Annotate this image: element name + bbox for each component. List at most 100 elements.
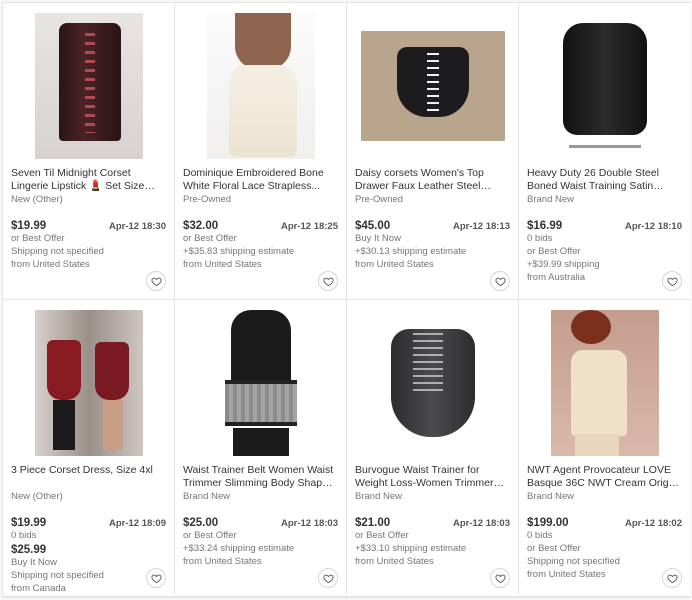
listing-grid: Seven Til Midnight Corset Lingerie Lipst… — [2, 2, 690, 598]
listing-price: $19.99 — [11, 220, 47, 232]
listing-info: from Australia — [527, 272, 586, 283]
listing-image[interactable] — [11, 11, 166, 161]
listing-info: or Best Offer — [183, 233, 237, 244]
listing-image[interactable] — [183, 11, 338, 161]
listing-title[interactable]: Daisy corsets Women's Top Drawer Faux Le… — [355, 167, 510, 193]
listing-info: +$30.13 shipping estimate — [355, 246, 467, 257]
listing-image[interactable] — [527, 11, 682, 161]
listing-info: +$33.24 shipping estimate — [183, 543, 295, 554]
listing-condition: Pre-Owned — [183, 194, 232, 205]
listing-info: Shipping not specified — [527, 556, 620, 567]
watch-button[interactable] — [662, 568, 682, 588]
listing-info: or Best Offer — [527, 543, 581, 554]
product-photo — [34, 13, 143, 159]
product-photo — [550, 310, 659, 456]
listing-price: $19.99 — [11, 517, 47, 529]
listing-time: Apr-12 18:13 — [452, 221, 510, 232]
listing-info: or Best Offer — [527, 246, 581, 257]
listing-info: from United States — [183, 556, 262, 567]
listing-image[interactable] — [183, 308, 338, 458]
listing-card[interactable]: Seven Til Midnight Corset Lingerie Lipst… — [3, 3, 174, 299]
listing-info: Buy It Now — [355, 233, 401, 244]
product-photo — [206, 13, 315, 159]
listing-condition: Brand New — [183, 491, 230, 502]
listing-time: Apr-12 18:03 — [452, 518, 510, 529]
listing-info: Shipping not specified — [11, 570, 104, 581]
listing-info: 0 bids — [527, 233, 553, 244]
watch-button[interactable] — [146, 568, 166, 588]
heart-outline-icon — [150, 277, 162, 286]
listing-time: Apr-12 18:25 — [280, 221, 338, 232]
listing-title[interactable]: NWT Agent Provocateur LOVE Basque 36C NW… — [527, 464, 682, 490]
heart-outline-icon — [322, 277, 334, 286]
listing-image[interactable] — [11, 308, 166, 458]
heart-outline-icon — [494, 277, 506, 286]
product-photo — [206, 310, 315, 456]
listing-condition: Brand New — [355, 491, 402, 502]
listing-info: Shipping not specified — [11, 246, 104, 257]
watch-button[interactable] — [146, 271, 166, 291]
watch-button[interactable] — [490, 271, 510, 291]
listing-info: Buy It Now — [11, 557, 57, 568]
watch-button[interactable] — [318, 568, 338, 588]
listing-image[interactable] — [355, 308, 510, 458]
product-photo — [34, 310, 143, 456]
listing-buy-now-price: $25.99 — [11, 544, 47, 556]
listing-price: $25.00 — [183, 517, 219, 529]
listing-price: $21.00 — [355, 517, 391, 529]
heart-outline-icon — [494, 574, 506, 583]
listing-price: $45.00 — [355, 220, 391, 232]
listing-title[interactable]: 3 Piece Corset Dress, Size 4xl — [11, 464, 166, 490]
listing-card[interactable]: Daisy corsets Women's Top Drawer Faux Le… — [347, 3, 518, 299]
listing-title[interactable]: Heavy Duty 26 Double Steel Boned Waist T… — [527, 167, 682, 193]
heart-outline-icon — [322, 574, 334, 583]
heart-outline-icon — [666, 574, 678, 583]
heart-outline-icon — [150, 574, 162, 583]
listing-card[interactable]: 3 Piece Corset Dress, Size 4xl New (Othe… — [3, 300, 174, 596]
listing-title[interactable]: Dominique Embroidered Bone White Floral … — [183, 167, 338, 193]
listing-info: from United States — [527, 569, 606, 580]
listing-card[interactable]: NWT Agent Provocateur LOVE Basque 36C NW… — [519, 300, 690, 596]
listing-condition: Brand New — [527, 491, 574, 502]
listing-info: from United States — [355, 556, 434, 567]
listing-card[interactable]: Burvogue Waist Trainer for Weight Loss-W… — [347, 300, 518, 596]
listing-time: Apr-12 18:02 — [624, 518, 682, 529]
listing-condition: New (Other) — [11, 194, 63, 205]
listing-info: from United States — [11, 259, 90, 270]
listing-image[interactable] — [527, 308, 682, 458]
product-photo — [360, 31, 505, 141]
listing-card[interactable]: Waist Trainer Belt Women Waist Trimmer S… — [175, 300, 346, 596]
heart-outline-icon — [666, 277, 678, 286]
listing-info: or Best Offer — [11, 233, 65, 244]
watch-button[interactable] — [662, 271, 682, 291]
product-photo — [550, 13, 659, 159]
listing-time: Apr-12 18:09 — [108, 518, 166, 529]
listing-time: Apr-12 18:03 — [280, 518, 338, 529]
listing-time: Apr-12 18:30 — [108, 221, 166, 232]
listing-info: from United States — [183, 259, 262, 270]
listing-card[interactable]: Heavy Duty 26 Double Steel Boned Waist T… — [519, 3, 690, 299]
listing-image[interactable] — [355, 11, 510, 161]
listing-price: $199.00 — [527, 517, 569, 529]
listing-condition: Brand New — [527, 194, 574, 205]
listing-info: +$33.10 shipping estimate — [355, 543, 467, 554]
listing-time: Apr-12 18:10 — [624, 221, 682, 232]
listing-info: from United States — [355, 259, 434, 270]
listing-info: 0 bids — [11, 530, 37, 541]
listing-condition: New (Other) — [11, 491, 63, 502]
listing-price: $16.99 — [527, 220, 563, 232]
listing-condition: Pre-Owned — [355, 194, 404, 205]
listing-title[interactable]: Seven Til Midnight Corset Lingerie Lipst… — [11, 167, 166, 193]
listing-info: +$39.99 shipping — [527, 259, 600, 270]
listing-info: from Canada — [11, 583, 66, 594]
listing-info: or Best Offer — [183, 530, 237, 541]
listing-price: $32.00 — [183, 220, 219, 232]
listing-info: 0 bids — [527, 530, 553, 541]
listing-title[interactable]: Waist Trainer Belt Women Waist Trimmer S… — [183, 464, 338, 490]
listing-info: +$35.83 shipping estimate — [183, 246, 295, 257]
watch-button[interactable] — [490, 568, 510, 588]
listing-info: or Best Offer — [355, 530, 409, 541]
watch-button[interactable] — [318, 271, 338, 291]
listing-card[interactable]: Dominique Embroidered Bone White Floral … — [175, 3, 346, 299]
listing-title[interactable]: Burvogue Waist Trainer for Weight Loss-W… — [355, 464, 510, 490]
